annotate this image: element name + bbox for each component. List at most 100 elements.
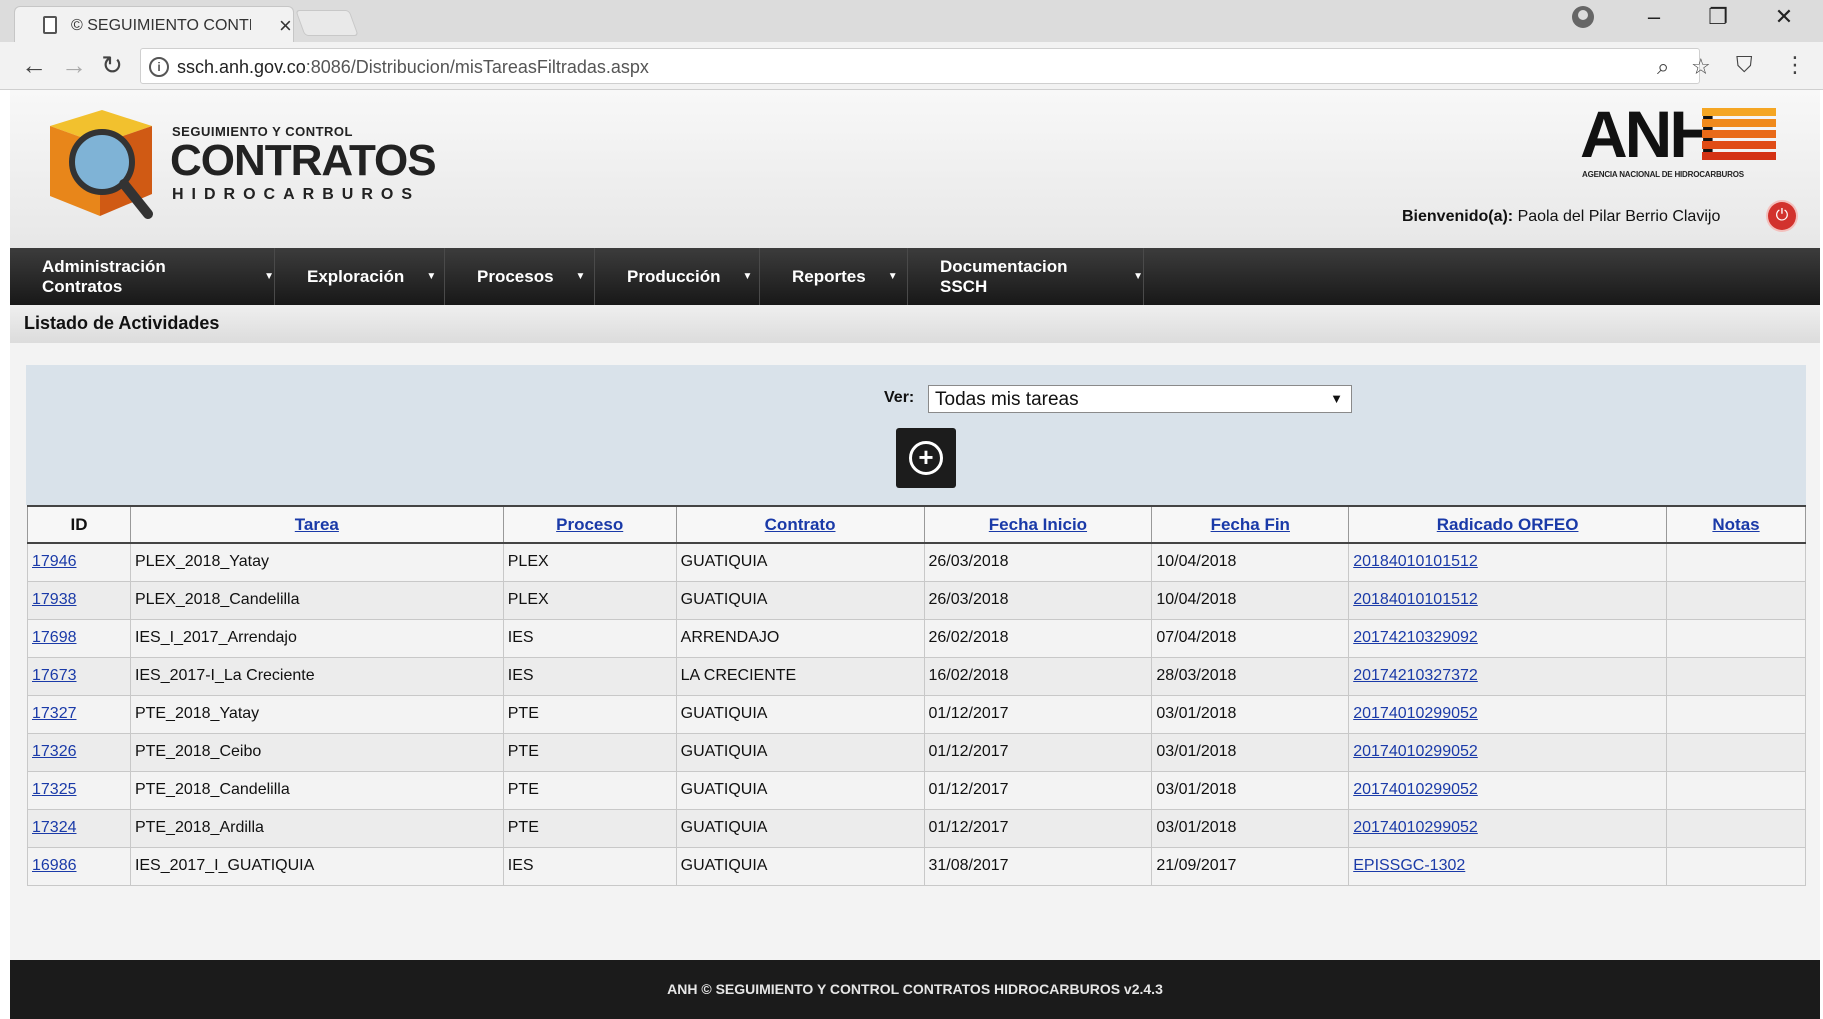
- radicado-link[interactable]: 20174010299052: [1353, 781, 1478, 798]
- close-window-icon[interactable]: ✕: [1764, 4, 1804, 30]
- filter-select[interactable]: Todas mis tareas ▼: [928, 385, 1352, 413]
- cell-contrato: GUATIQUIA: [675, 542, 925, 582]
- site-header: SEGUIMIENTO Y CONTROL CONTRATOS HIDROCAR…: [10, 90, 1820, 250]
- zoom-icon[interactable]: ⌕: [1657, 54, 1669, 80]
- radicado-link[interactable]: 20174210329092: [1353, 629, 1478, 646]
- radicado-link[interactable]: 20174010299052: [1353, 743, 1478, 760]
- filter-label: Ver:: [884, 389, 915, 406]
- cell-contrato: GUATIQUIA: [675, 732, 925, 772]
- task-id-link[interactable]: 17938: [32, 591, 77, 608]
- forward-arrow-icon[interactable]: →: [56, 50, 92, 81]
- header-contrato: Contrato: [675, 505, 925, 544]
- task-id-link[interactable]: 17673: [32, 667, 77, 684]
- browser-tab[interactable]: © SEGUIMIENTO CONTR ×: [14, 6, 294, 42]
- tab-close-icon[interactable]: ×: [279, 13, 292, 39]
- table-row: 16986 IES_2017_I_GUATIQUIA IES GUATIQUIA…: [27, 846, 1806, 886]
- sort-fecha-inicio-link[interactable]: Fecha Inicio: [989, 515, 1087, 534]
- radicado-link[interactable]: 20184010101512: [1353, 591, 1478, 608]
- add-task-button[interactable]: +: [896, 428, 956, 488]
- task-id-link[interactable]: 17325: [32, 781, 77, 798]
- cell-radicado: 20184010101512: [1348, 580, 1668, 620]
- cell-contrato: GUATIQUIA: [675, 580, 925, 620]
- nav-procesos[interactable]: Procesos ▼: [445, 248, 595, 305]
- task-id-link[interactable]: 17946: [32, 553, 77, 570]
- cell-fecha-fin: 03/01/2018: [1151, 770, 1350, 810]
- welcome-user: Paola del Pilar Berrio Clavijo: [1517, 208, 1721, 225]
- table-row: 17938 PLEX_2018_Candelilla PLEX GUATIQUI…: [27, 580, 1806, 620]
- nav-administracion-contratos[interactable]: Administración Contratos ▼: [10, 248, 275, 305]
- main-navbar: Administración Contratos ▼ Exploración ▼ P…: [10, 248, 1820, 305]
- back-arrow-icon[interactable]: ←: [16, 50, 52, 81]
- radicado-link[interactable]: 20174210327372: [1353, 667, 1478, 684]
- menu-dots-icon[interactable]: ⋮: [1784, 52, 1806, 78]
- cell-fecha-inicio: 26/03/2018: [923, 580, 1153, 620]
- cell-contrato: GUATIQUIA: [675, 846, 925, 886]
- bookmark-star-icon[interactable]: ☆: [1691, 54, 1711, 80]
- cell-notas: [1666, 808, 1806, 848]
- reload-icon[interactable]: ↻: [94, 50, 130, 81]
- cell-proceso: PTE: [502, 694, 677, 734]
- footer-text: ANH © SEGUIMIENTO Y CONTROL CONTRATOS HI…: [667, 981, 1163, 997]
- cell-radicado: 20174010299052: [1348, 808, 1668, 848]
- info-icon[interactable]: i: [149, 57, 169, 77]
- filter-panel: Ver: Todas mis tareas ▼ +: [26, 365, 1806, 505]
- cell-id: 17673: [27, 656, 131, 696]
- nav-produccion[interactable]: Producción ▼: [595, 248, 760, 305]
- nav-exploracion[interactable]: Exploración ▼: [275, 248, 445, 305]
- profile-icon[interactable]: [1572, 6, 1594, 28]
- plus-circle-icon: +: [909, 441, 943, 475]
- extension-shield-icon[interactable]: ⛉: [1736, 52, 1753, 78]
- sort-fecha-fin-link[interactable]: Fecha Fin: [1211, 515, 1290, 534]
- task-id-link[interactable]: 17327: [32, 705, 77, 722]
- cell-notas: [1666, 732, 1806, 772]
- table-row: 17698 IES_I_2017_Arrendajo IES ARRENDAJO…: [27, 618, 1806, 658]
- sort-tarea-link[interactable]: Tarea: [295, 515, 339, 534]
- header-proceso: Proceso: [502, 505, 677, 544]
- restore-icon[interactable]: ❐: [1698, 4, 1738, 30]
- radicado-link[interactable]: 20174010299052: [1353, 819, 1478, 836]
- cell-tarea: IES_2017-I_La Creciente: [129, 656, 504, 696]
- sort-radicado-link[interactable]: Radicado ORFEO: [1437, 515, 1579, 534]
- task-id-link[interactable]: 17324: [32, 819, 77, 836]
- header-fecha-fin: Fecha Fin: [1151, 505, 1350, 544]
- cell-radicado: 20184010101512: [1348, 542, 1668, 582]
- welcome-label: Bienvenido(a):: [1402, 208, 1514, 225]
- document-icon: [43, 16, 57, 34]
- new-tab-button[interactable]: [295, 10, 359, 36]
- ssch-logo[interactable]: SEGUIMIENTO Y CONTROL CONTRATOS HIDROCAR…: [40, 104, 440, 234]
- sort-contrato-link[interactable]: Contrato: [765, 515, 836, 534]
- cell-tarea: PTE_2018_Candelilla: [129, 770, 504, 810]
- header-radicado: Radicado ORFEO: [1348, 505, 1668, 544]
- cell-radicado: 20174010299052: [1348, 732, 1668, 772]
- welcome-message: Bienvenido(a): Paola del Pilar Berrio Cl…: [1402, 208, 1720, 226]
- tasks-table: ID Tarea Proceso Contrato Fecha Inicio F…: [27, 505, 1806, 886]
- cell-radicado: 20174210329092: [1348, 618, 1668, 658]
- cell-tarea: PTE_2018_Ceibo: [129, 732, 504, 772]
- radicado-link[interactable]: EPISSGC-1302: [1353, 857, 1465, 874]
- nav-label: Documentacion SSCH: [940, 256, 1068, 296]
- url-field[interactable]: i ssch.anh.gov.co:8086/Distribucion/misT…: [140, 48, 1711, 84]
- logout-power-icon[interactable]: ⏻: [1768, 202, 1796, 230]
- cell-contrato: GUATIQUIA: [675, 694, 925, 734]
- sort-notas-link[interactable]: Notas: [1712, 515, 1759, 534]
- nav-documentacion-ssch[interactable]: Documentacion SSCH ▼: [908, 248, 1144, 305]
- logo-sub-text: HIDROCARBUROS: [172, 186, 420, 203]
- cell-fecha-inicio: 01/12/2017: [923, 694, 1153, 734]
- task-id-link[interactable]: 17326: [32, 743, 77, 760]
- radicado-link[interactable]: 20184010101512: [1353, 553, 1478, 570]
- nav-reportes[interactable]: Reportes ▼: [760, 248, 908, 305]
- cell-tarea: PTE_2018_Yatay: [129, 694, 504, 734]
- cell-tarea: PLEX_2018_Candelilla: [129, 580, 504, 620]
- cell-id: 17327: [27, 694, 131, 734]
- task-id-link[interactable]: 17698: [32, 629, 77, 646]
- cell-tarea: PTE_2018_Ardilla: [129, 808, 504, 848]
- radicado-link[interactable]: 20174010299052: [1353, 705, 1478, 722]
- table-row: 17327 PTE_2018_Yatay PTE GUATIQUIA 01/12…: [27, 694, 1806, 734]
- header-notas: Notas: [1666, 505, 1806, 544]
- cell-fecha-fin: 03/01/2018: [1151, 732, 1350, 772]
- task-id-link[interactable]: 16986: [32, 857, 77, 874]
- minimize-icon[interactable]: –: [1634, 4, 1674, 30]
- sort-proceso-link[interactable]: Proceso: [556, 515, 623, 534]
- url-text: ssch.anh.gov.co:8086/Distribucion/misTar…: [177, 57, 649, 77]
- dropdown-arrow-icon: ▼: [1330, 391, 1343, 406]
